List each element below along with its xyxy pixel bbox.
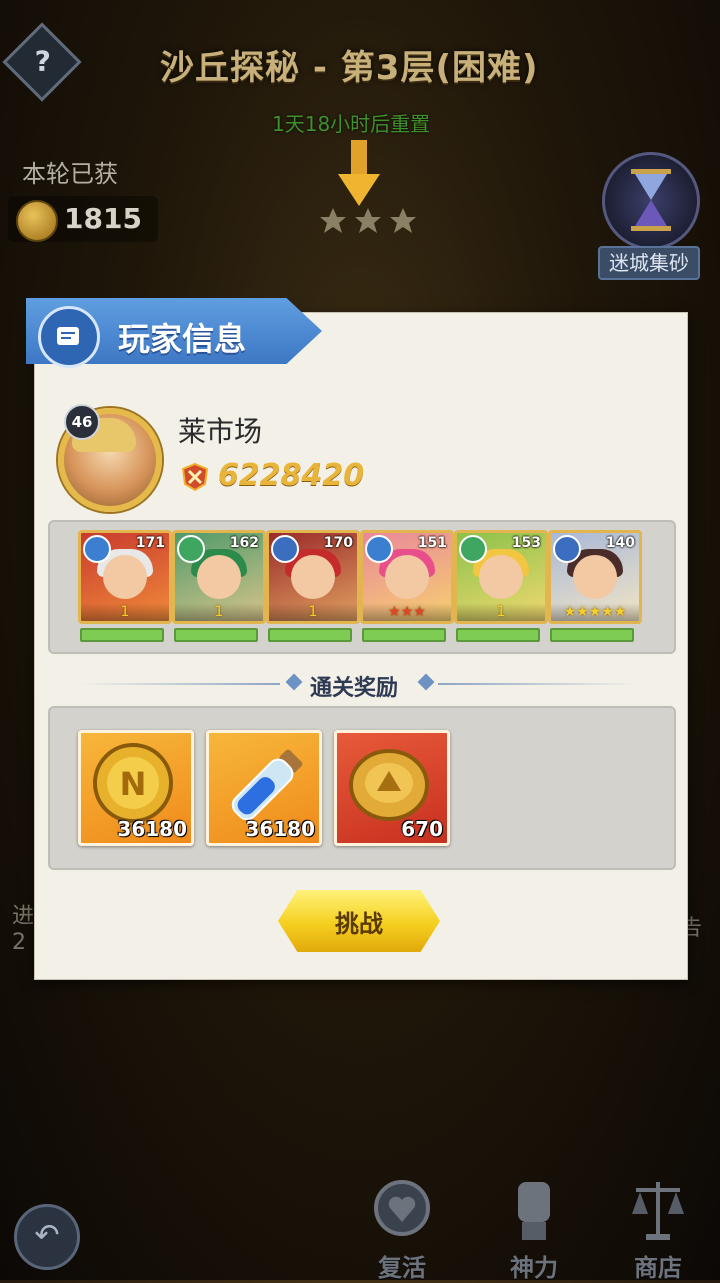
hero-hp-bar (268, 628, 352, 642)
challenge-label: 挑战 (335, 909, 383, 938)
stage-stars-icon (320, 208, 416, 233)
hero-hp-bar (550, 628, 634, 642)
coin-icon (16, 200, 58, 242)
power-icon (181, 462, 209, 492)
hero-slot-4[interactable]: 151 ★★★ (360, 530, 454, 624)
reset-timer: 1天18小时后重置 (272, 112, 431, 136)
shield-element-icon (83, 535, 111, 563)
hero-slot-5[interactable]: 153 1 (454, 530, 548, 624)
hourglass-button[interactable] (602, 152, 700, 250)
reward-quantity: 36180 (117, 817, 187, 841)
scales-icon (632, 1182, 684, 1240)
nav-label: 神力 (510, 1254, 558, 1282)
hero-stars: 1 (269, 603, 357, 621)
nav-power[interactable]: 神力 (484, 1174, 584, 1282)
reward-quantity: 36180 (245, 817, 315, 841)
hero-slot-6[interactable]: 140 ★★★★★ (548, 530, 642, 624)
shield-element-icon (365, 535, 393, 563)
player-level-badge: 46 (64, 404, 100, 440)
hourglass-icon (631, 169, 671, 231)
revive-icon (374, 1180, 430, 1236)
divider-left (80, 683, 280, 685)
hero-hp-bar (80, 628, 164, 642)
hero-hp-bar (456, 628, 540, 642)
reward-exp-potion[interactable]: 36180 (206, 730, 322, 846)
nav-label: 复活 (378, 1254, 426, 1282)
hero-stars: 1 (81, 603, 169, 621)
hero-slot-3[interactable]: 170 1 (266, 530, 360, 624)
hourglass-label: 迷城集砂 (598, 246, 700, 280)
dialog-title: 玩家信息 (118, 320, 247, 358)
hero-slot-2[interactable]: 162 1 (172, 530, 266, 624)
reward-gold-coin[interactable]: N 36180 (78, 730, 194, 846)
fist-icon (518, 1182, 550, 1240)
scroll-icon (38, 306, 100, 368)
hero-level: 162 (229, 535, 259, 551)
hero-level: 140 (605, 535, 635, 551)
rewards-title: 通关奖励 (310, 676, 399, 701)
hero-stars: ★★★★★ (551, 603, 639, 621)
svg-text:N: N (120, 765, 147, 803)
hero-level: 171 (135, 535, 165, 551)
nav-revive[interactable]: 复活 (352, 1174, 452, 1282)
nav-shop[interactable]: 商店 (608, 1174, 708, 1282)
hero-level: 170 (323, 535, 353, 551)
challenge-button[interactable]: 挑战 (278, 890, 440, 952)
back-arrow-icon: ↶ (34, 1218, 60, 1253)
back-button[interactable]: ↶ (14, 1204, 80, 1270)
moon-element-icon (553, 535, 581, 563)
hero-level: 153 (511, 535, 541, 551)
hero-stars: 1 (175, 603, 263, 621)
hero-hp-bar (362, 628, 446, 642)
earned-coins: 1815 (8, 196, 158, 242)
help-icon: ? (34, 44, 51, 78)
nature-element-icon (459, 535, 487, 563)
earned-label: 本轮已获 (22, 160, 118, 188)
hero-stars: 1 (457, 603, 545, 621)
reward-arena-coin[interactable]: 670 (334, 730, 450, 846)
nature-element-icon (177, 535, 205, 563)
stage-title: 沙丘探秘 - 第3层(困难) (160, 48, 539, 88)
down-arrow-icon (338, 140, 380, 206)
hero-hp-bar (174, 628, 258, 642)
hero-slot-1[interactable]: 171 1 (78, 530, 172, 624)
hero-stars: ★★★ (363, 603, 451, 621)
side-left-text: 进 2 (12, 904, 35, 955)
player-name: 莱市场 (178, 415, 263, 448)
reward-quantity: 670 (401, 817, 443, 841)
hero-level: 151 (417, 535, 447, 551)
player-power: 6228420 (218, 458, 365, 493)
nav-label: 商店 (634, 1254, 682, 1282)
earned-coins-value: 1815 (64, 202, 142, 235)
moon-element-icon (271, 535, 299, 563)
divider-right (438, 683, 638, 685)
